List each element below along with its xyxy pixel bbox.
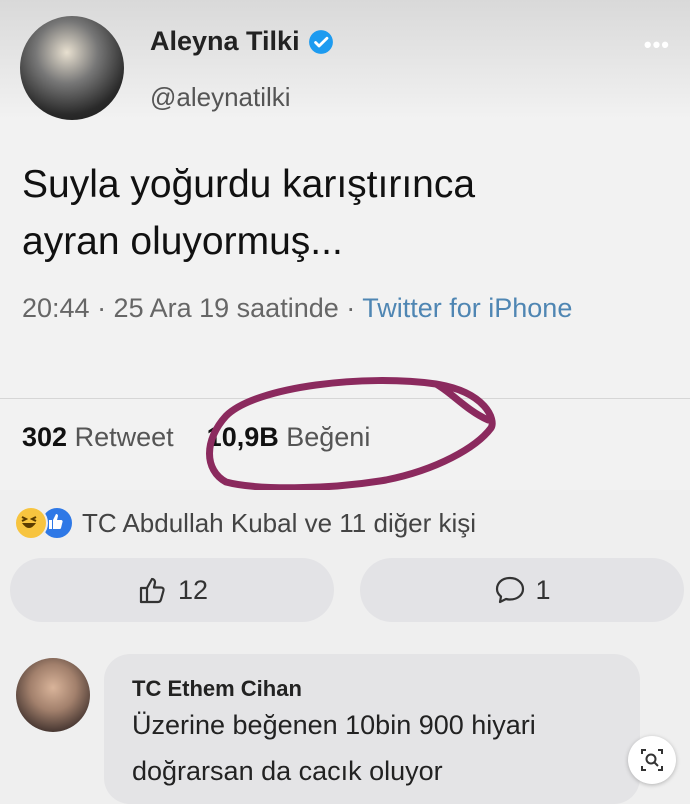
haha-reaction-icon bbox=[14, 506, 48, 540]
commenter-avatar[interactable] bbox=[16, 658, 90, 732]
visual-search-button[interactable] bbox=[628, 736, 676, 784]
comment-author[interactable]: TC Ethem Cihan bbox=[132, 676, 302, 702]
facebook-post-footer: TC Abdullah Kubal ve 11 diğer kişi 12 1 … bbox=[0, 490, 690, 804]
comment-count-label: 1 bbox=[535, 574, 551, 605]
tweet-author-avatar[interactable] bbox=[20, 16, 124, 120]
verified-badge-icon bbox=[308, 29, 333, 54]
comment-button[interactable]: 1 bbox=[360, 558, 684, 622]
screenshot-page: Aleyna Tilki @aleynatilki ••• Suyla yoğu… bbox=[0, 0, 690, 804]
reactions-summary[interactable]: TC Abdullah Kubal ve 11 diğer kişi bbox=[14, 506, 476, 540]
like-count-label: 12 bbox=[177, 574, 209, 605]
tweet-author-row: Aleyna Tilki bbox=[150, 26, 334, 57]
tweet-meta: 20:44 · 25 Ara 19 saatinde · Twitter for… bbox=[22, 286, 662, 331]
comment-bubble-icon bbox=[496, 576, 525, 604]
tweet-source-link[interactable]: Twitter for iPhone bbox=[362, 293, 572, 323]
tweet-text-line2: ayran oluyormuş... bbox=[22, 220, 343, 263]
tweet-text-line1: Suyla yoğurdu karıştırınca bbox=[22, 163, 476, 206]
like-button[interactable]: 12 bbox=[10, 558, 334, 622]
more-options-icon[interactable]: ••• bbox=[644, 32, 670, 58]
tweet-card: Aleyna Tilki @aleynatilki ••• Suyla yoğu… bbox=[0, 0, 690, 492]
comment-text-line1: Üzerine beğenen 10bin 900 hiyari bbox=[132, 710, 536, 740]
reactions-text: TC Abdullah Kubal ve 11 diğer kişi bbox=[82, 507, 477, 538]
hand-drawn-circle-annotation bbox=[206, 377, 496, 492]
tweet-text: Suyla yoğurdu karıştırınca ayran oluyorm… bbox=[22, 156, 662, 270]
magnifier-icon bbox=[641, 749, 663, 771]
retweet-count[interactable]: 302 bbox=[22, 422, 67, 452]
retweet-label[interactable]: Retweet bbox=[75, 422, 174, 452]
thumbs-up-icon bbox=[139, 577, 165, 604]
comment-text-line2: doğrarsan da cacık oluyor bbox=[132, 756, 443, 786]
tweet-author-handle[interactable]: @aleynatilki bbox=[150, 82, 291, 113]
tweet-timestamp: 20:44 · 25 Ara 19 saatinde · bbox=[22, 293, 363, 323]
comment-text: Üzerine beğenen 10bin 900 hiyari doğrars… bbox=[132, 702, 632, 794]
comment-bubble: TC Ethem Cihan Üzerine beğenen 10bin 900… bbox=[104, 654, 640, 804]
tweet-author-name[interactable]: Aleyna Tilki bbox=[150, 26, 300, 57]
